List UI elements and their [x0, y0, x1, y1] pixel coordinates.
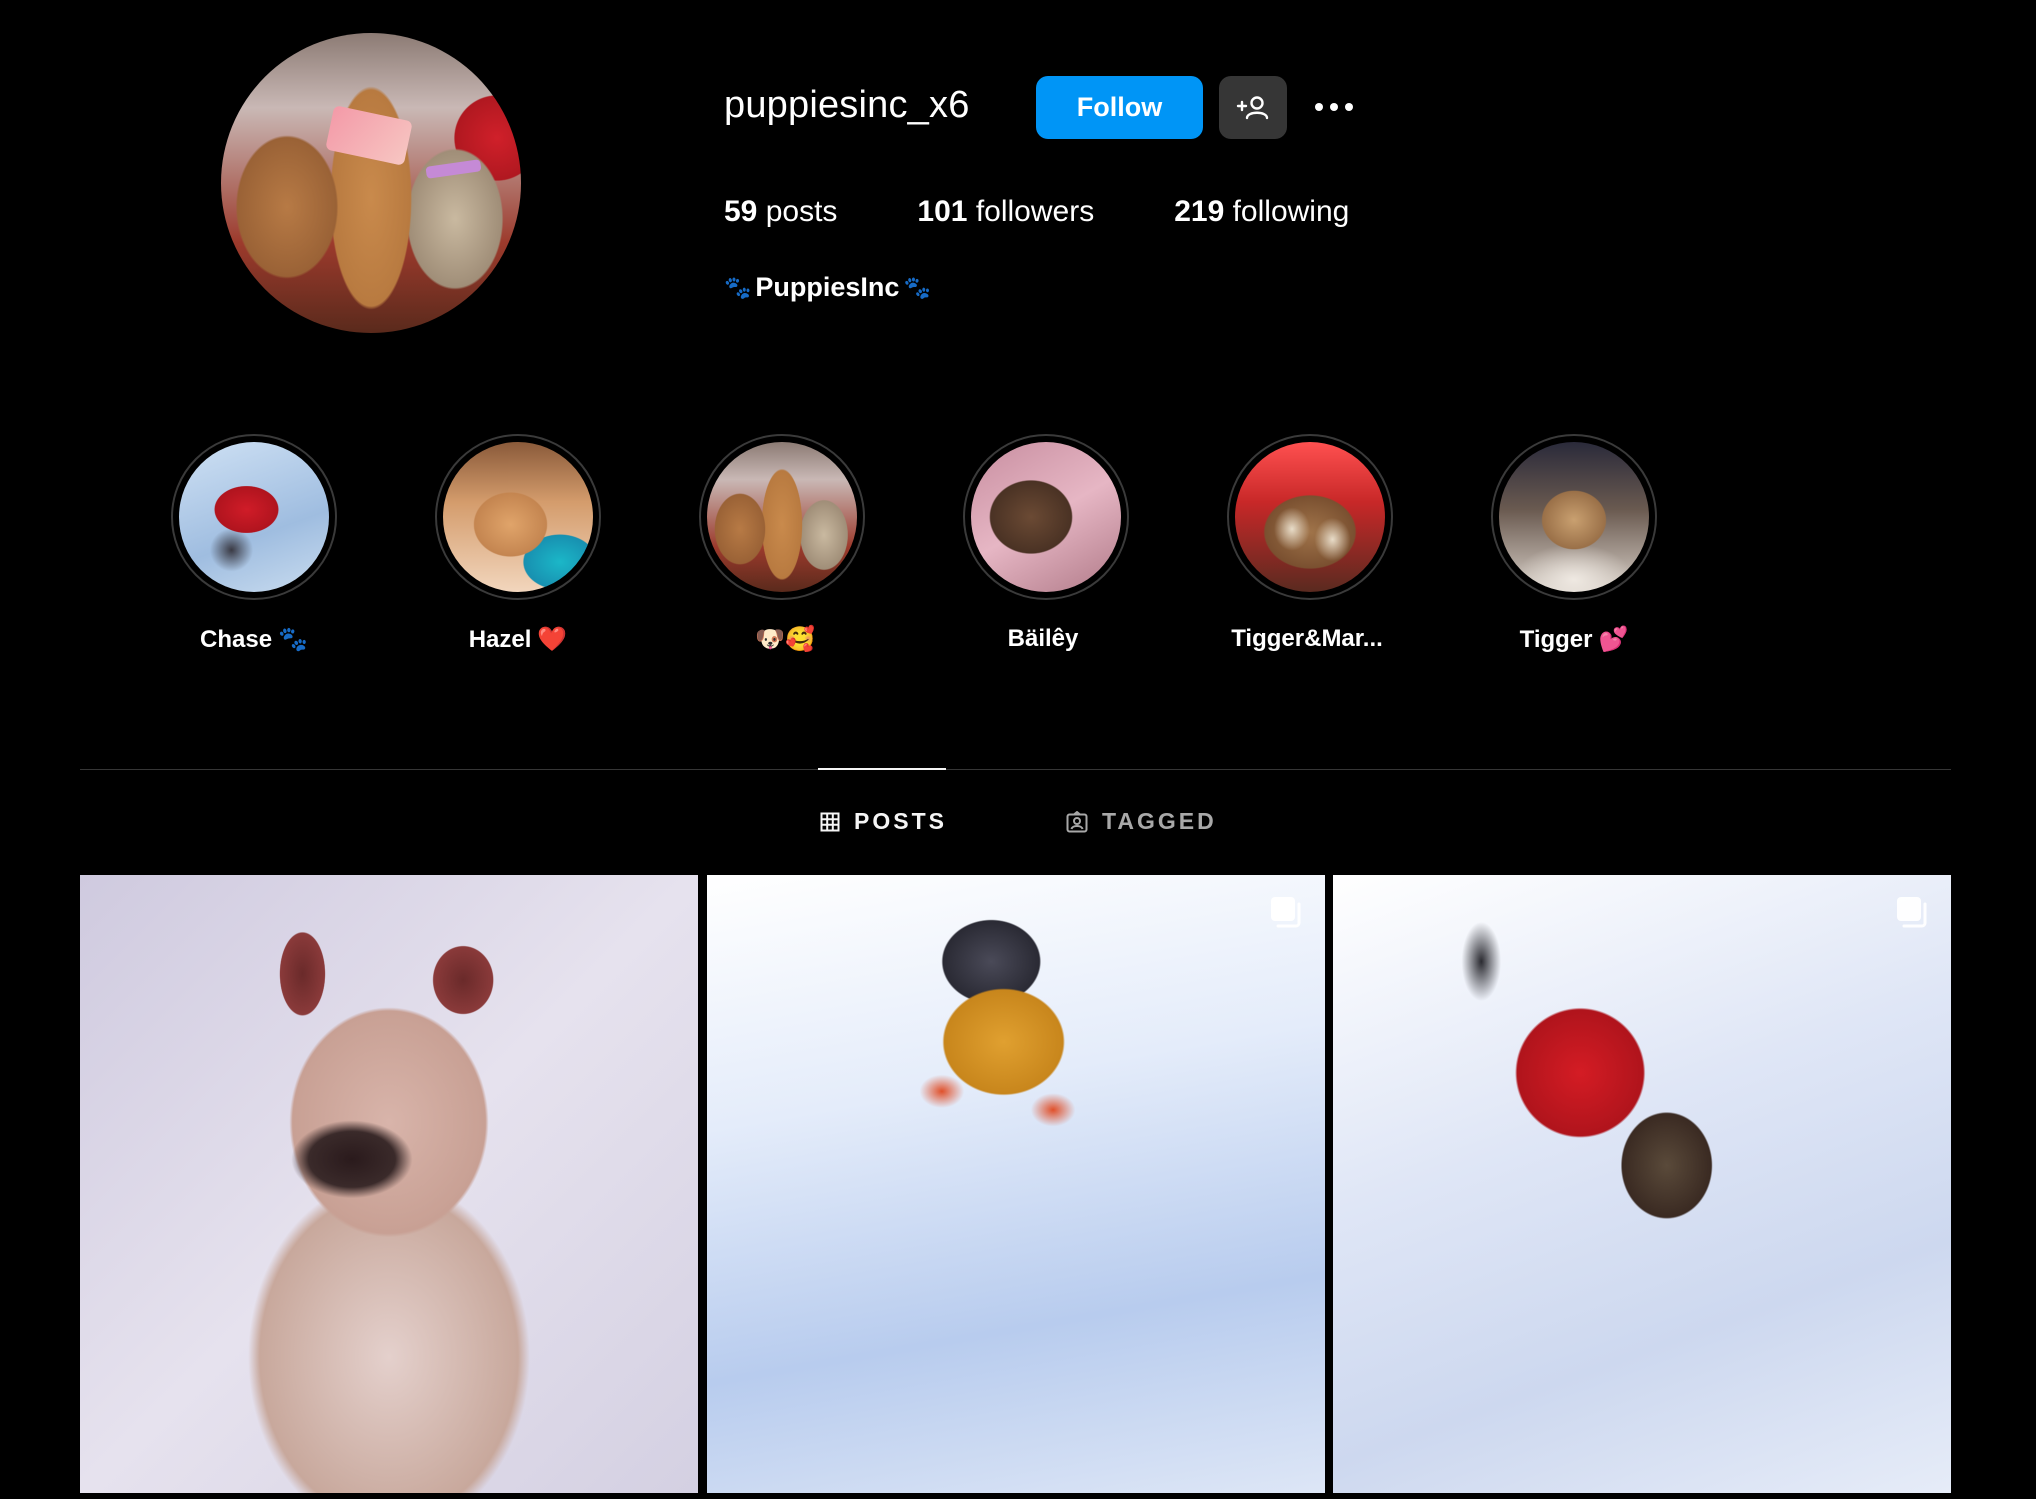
paw-icon: 🐾: [724, 274, 752, 300]
highlight-chase[interactable]: Chase 🐾: [169, 434, 339, 654]
avatar-detail: [425, 159, 482, 179]
highlight-label: Hazel: [468, 625, 532, 653]
highlight-tigger[interactable]: Tigger 💕: [1489, 434, 1659, 654]
profile-stats: 59 posts 101 followers 219 following: [724, 195, 1429, 229]
profile-display-name: 🐾 PuppiesInc 🐾: [724, 272, 931, 302]
suggested-accounts-button[interactable]: [1219, 76, 1287, 139]
grid-icon: [820, 812, 840, 831]
highlight-hazel[interactable]: Hazel ❤️: [433, 434, 603, 654]
follow-button[interactable]: Follow: [1036, 76, 1203, 139]
avatar-detail: [325, 105, 413, 166]
highlight-cover: [1499, 442, 1649, 592]
active-tab-indicator: [818, 768, 946, 770]
highlight-cover: [179, 442, 329, 592]
highlight-cover: [443, 442, 593, 592]
posts-count: 59 posts: [724, 195, 838, 228]
highlight-emoji: 💕: [1598, 626, 1629, 653]
highlight-emoji: 🐶🥰: [755, 626, 815, 653]
carousel-icon: [1897, 897, 1927, 928]
highlight-label: Bäilêy: [1007, 625, 1079, 652]
highlight-emoji: 🐾: [278, 626, 308, 653]
highlight-label: Chase: [200, 625, 273, 653]
tagged-icon: [1066, 810, 1088, 832]
post-thumbnail[interactable]: [80, 875, 698, 1493]
profile-username: puppiesinc_x6: [724, 84, 970, 126]
highlight-tigger-mar[interactable]: Tigger&Mar...: [1225, 434, 1395, 653]
highlight-label: Tigger&Mar...: [1231, 625, 1383, 652]
highlight-cover: [707, 442, 857, 592]
highlight-cover: [1235, 442, 1385, 592]
carousel-icon: [1271, 897, 1301, 928]
post-thumbnail[interactable]: [1333, 875, 1951, 1493]
tab-tagged-label: TAGGED: [1102, 808, 1217, 834]
add-person-icon: [1236, 95, 1269, 119]
post-thumbnail[interactable]: [707, 875, 1325, 1493]
followers-link[interactable]: 101 followers: [917, 195, 1094, 229]
highlight-emoji-puppy[interactable]: 🐶🥰: [697, 434, 867, 654]
paw-icon: 🐾: [903, 274, 931, 300]
tabs-divider: [80, 769, 1951, 770]
more-options-icon[interactable]: [1306, 90, 1362, 124]
tab-posts[interactable]: POSTS: [820, 808, 947, 835]
highlight-label: Tigger: [1519, 625, 1593, 653]
profile-avatar[interactable]: [221, 33, 521, 333]
tab-tagged[interactable]: TAGGED: [1066, 808, 1217, 835]
tab-posts-label: POSTS: [854, 808, 947, 834]
highlight-cover: [971, 442, 1121, 592]
following-link[interactable]: 219 following: [1174, 195, 1349, 229]
highlight-bailey[interactable]: Bäilêy: [961, 434, 1131, 653]
highlight-emoji: ❤️: [537, 626, 568, 653]
